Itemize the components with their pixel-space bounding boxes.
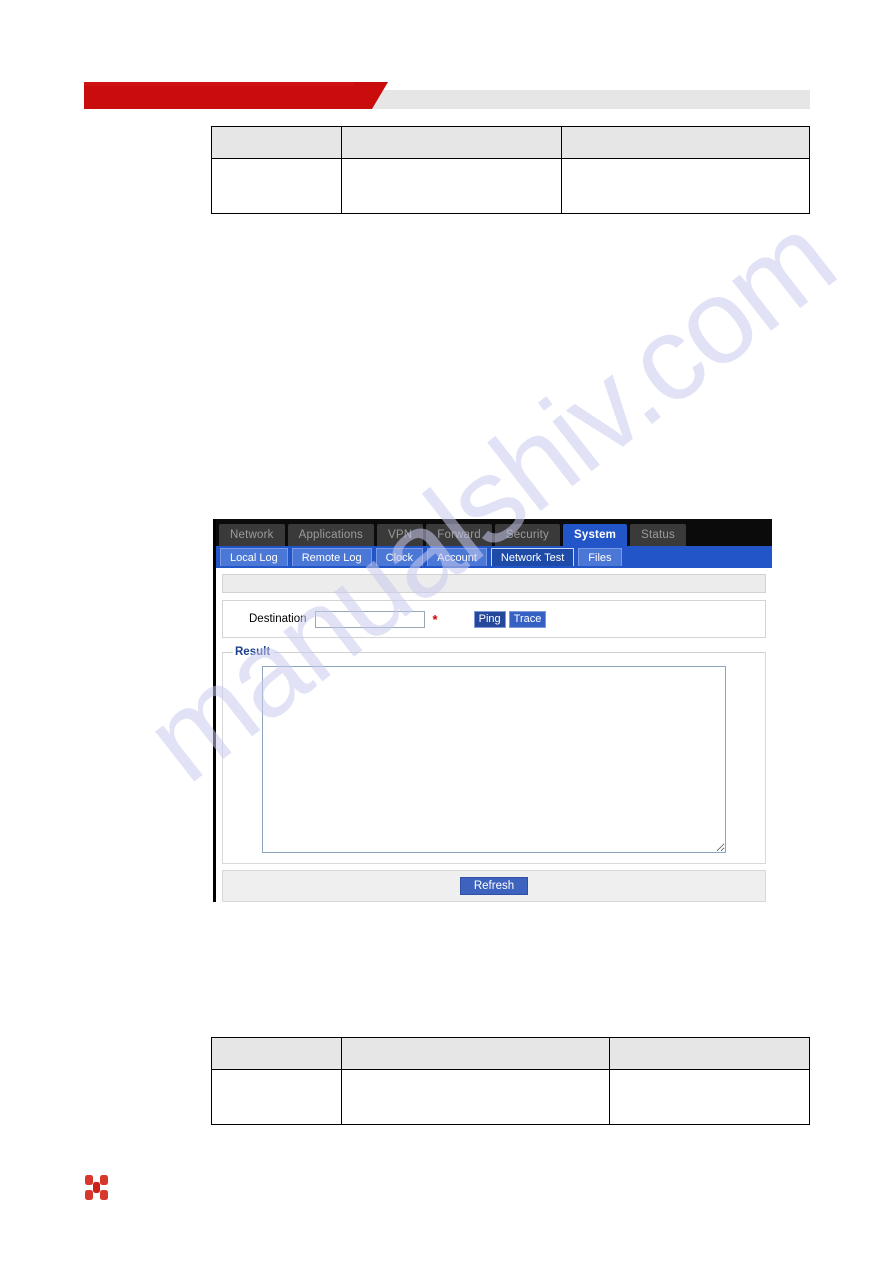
bottom-parameter-table [211,1037,810,1125]
sub-navigation-bar: Local Log Remote Log Clock Account Netwo… [216,546,772,568]
subtab-local-log[interactable]: Local Log [220,548,288,566]
table-header-cell [211,126,342,159]
destination-label: Destination [249,613,307,625]
trace-button[interactable]: Trace [508,610,547,628]
refresh-button[interactable]: Refresh [459,877,529,895]
result-fieldset: Result [222,646,766,864]
document-header-banner [84,82,810,109]
table-row [211,158,810,214]
page-content: Destination * Ping Trace Result Refresh [216,568,772,902]
page-footer-bar: Refresh [222,870,766,902]
result-textarea[interactable] [262,666,726,853]
table-cell [341,158,562,214]
header-red-top-strip [84,82,354,86]
subtab-files[interactable]: Files [578,548,622,566]
required-asterisk-icon: * [432,611,438,627]
nav-tab-security[interactable]: Security [494,524,560,546]
table-cell [609,1069,810,1125]
table-header-cell [341,126,562,159]
table-row [211,126,810,159]
nav-tab-status[interactable]: Status [630,524,686,546]
top-parameter-table [211,126,810,214]
nav-tab-applications[interactable]: Applications [287,524,374,546]
table-header-cell [211,1037,342,1070]
main-navigation-bar: Network Applications VPN Forward Securit… [216,519,772,546]
destination-form-box: Destination * Ping Trace [222,600,766,638]
nav-tab-system[interactable]: System [562,524,628,546]
table-header-cell [609,1037,810,1070]
table-header-cell [561,126,810,159]
table-header-cell [341,1037,610,1070]
nav-tab-vpn[interactable]: VPN [377,524,424,546]
table-cell [561,158,810,214]
subtab-account[interactable]: Account [427,548,487,566]
table-row [211,1069,810,1125]
table-cell [341,1069,610,1125]
result-legend: Result [235,646,271,658]
hongdian-logo-icon [84,1174,110,1202]
table-row [211,1037,810,1070]
subtab-remote-log[interactable]: Remote Log [291,548,372,566]
table-cell [211,158,342,214]
nav-tab-forward[interactable]: Forward [426,524,492,546]
nav-tab-network[interactable]: Network [219,524,285,546]
table-cell [211,1069,342,1125]
header-red-shape [84,82,388,109]
router-web-ui-screenshot: Network Applications VPN Forward Securit… [213,519,772,902]
subtab-clock[interactable]: Clock [375,548,424,566]
destination-input[interactable] [314,610,425,628]
test-button-group: Ping Trace [473,610,550,628]
subtab-network-test[interactable]: Network Test [490,548,575,566]
content-title-strip [222,574,766,593]
ping-button[interactable]: Ping [473,610,506,628]
